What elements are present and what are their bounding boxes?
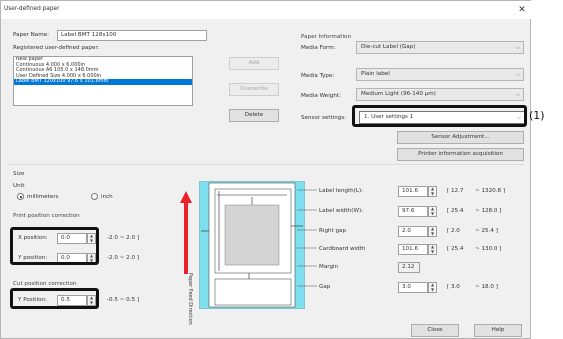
right-gap-min: [ 2.0 [447,228,460,234]
gap-min: [ 3.0 [447,284,460,290]
media-weight-label: Media Weight: [301,93,341,99]
paper-feed-arrow-icon [180,191,192,274]
media-weight-value: Medium Light (96-140 µm) [361,91,436,97]
label-width-max: ~ 128.0 ] [475,208,502,214]
y-position-range: -2.0 ~ 2.0 ] [107,255,140,261]
add-button[interactable]: Add [229,57,279,70]
media-form-label: Media Form: [301,45,336,51]
label-length-stepper[interactable]: ▲ ▼ [428,186,437,197]
chevron-down-icon[interactable]: ▼ [429,191,436,197]
sensor-adjustment-button[interactable]: Sensor Adjustment... [397,131,524,144]
label-length-input[interactable]: 101.6 [398,186,428,197]
cardboard-width-max: ~ 130.0 ] [475,246,502,252]
chevron-down-icon[interactable]: ▼ [429,249,436,255]
overwrite-button[interactable]: Overwrite [229,83,279,96]
unit-label: Unit [13,183,25,189]
unit-mm-radio[interactable] [17,193,24,200]
cut-position-group: Cut position correction [13,281,77,287]
chevron-down-icon[interactable]: ▼ [429,287,436,293]
margin-label: Margin [319,264,339,270]
paper-name-input[interactable]: Label BMT 128x100 [57,30,207,41]
registered-paper-label: Registered user-defined paper: [13,45,100,51]
paper-name-label: Paper Name: [13,32,50,38]
divider [9,164,524,165]
size-group: Size [13,171,25,177]
cardboard-width-label: Cardboard width [319,246,366,252]
chevron-down-icon: ⌵ [515,91,520,98]
label-width-input[interactable]: 97.6 [398,206,428,217]
chevron-down-icon: ⌵ [515,71,520,78]
callout-box-cut-position [10,288,99,309]
chevron-down-icon[interactable]: ▼ [429,231,436,237]
list-item-selected[interactable]: Label BMT 120x100 97.6 x 101.6mm [14,78,192,85]
right-gap-stepper[interactable]: ▲ ▼ [428,226,437,237]
registered-paper-list[interactable]: New paper Continuous 4.000 x 6.000in Con… [13,56,193,106]
cardboard-width-stepper[interactable]: ▲ ▼ [428,244,437,255]
media-type-value: Plain label [361,71,390,77]
gap-max: ~ 18.0 ] [475,284,498,290]
unit-inch-label: inch [101,194,113,200]
leader-lines [297,189,317,287]
close-button[interactable]: Close [411,324,459,337]
help-button[interactable]: Help [474,324,522,337]
right-gap-max: ~ 25.4 ] [475,228,498,234]
paper-information-group: Paper Information [301,34,351,40]
gap-stepper[interactable]: ▲ ▼ [428,282,437,293]
chevron-down-icon[interactable]: ▼ [429,211,436,217]
cardboard-width-min: [ 25.4 [447,246,464,252]
label-length-label: Label length(L): [319,188,364,194]
media-type-label: Media Type: [301,73,335,79]
media-form-select[interactable]: Die-cut Label (Gap) ⌵ [356,41,524,54]
label-width-stepper[interactable]: ▲ ▼ [428,206,437,217]
right-gap-input[interactable]: 2.0 [398,226,428,237]
callout-label-one: (1) [529,109,545,122]
x-position-range: -2.0 ~ 2.0 ] [107,235,140,241]
label-length-max: ~ 1320.8 ] [475,188,505,194]
chevron-down-icon: ⌵ [515,44,520,51]
callout-box-sensor-settings [352,105,527,127]
media-type-select[interactable]: Plain label ⌵ [356,68,524,81]
media-weight-select[interactable]: Medium Light (96-140 µm) ⌵ [356,88,524,101]
label-width-label: Label width(W): [319,208,364,214]
unit-inch-radio[interactable] [91,193,98,200]
gap-input[interactable]: 3.0 [398,282,428,293]
callout-box-print-position [10,227,99,265]
gap-label: Gap [319,284,331,290]
y-cut-position-range: -0.5 ~ 0.5 ] [107,297,140,303]
label-length-min: [ 12.7 [447,188,464,194]
right-gap-label: Right gap [319,228,347,234]
printer-information-button[interactable]: Printer information acquisition [397,148,524,161]
unit-mm-label: millimeters [27,194,59,200]
label-layout-diagram [199,181,305,309]
media-form-value: Die-cut Label (Gap) [361,44,416,50]
label-width-min: [ 25.4 [447,208,464,214]
paper-feed-label: Paper Feed Direction [187,273,193,325]
title-bar: User-defined paper ✕ [1,1,532,19]
cardboard-width-input[interactable]: 101.6 [398,244,428,255]
margin-value: 2.12 [398,262,420,273]
print-position-group: Print position correction [13,213,80,219]
dialog-title: User-defined paper [4,6,60,12]
sensor-settings-label: Sensor settings: [301,115,347,121]
delete-button[interactable]: Delete [229,109,279,122]
close-icon[interactable]: ✕ [516,4,528,16]
